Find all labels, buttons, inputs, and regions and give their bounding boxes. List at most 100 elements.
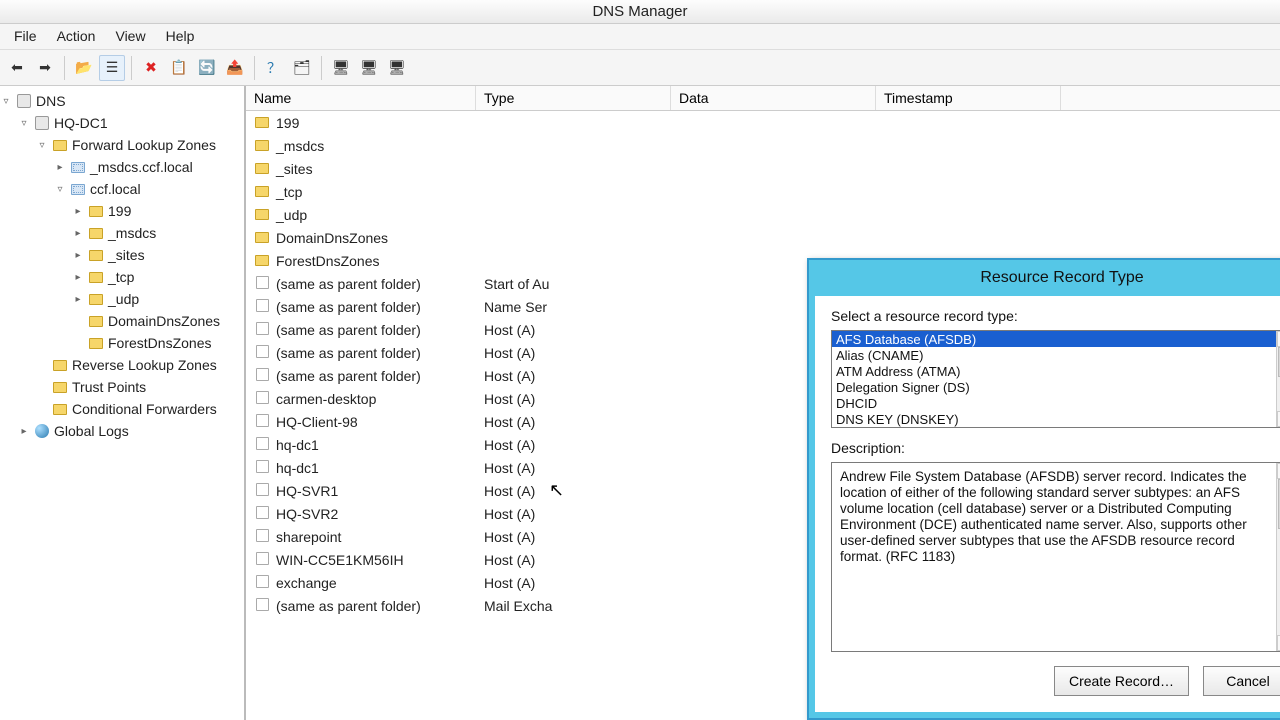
record-icon (254, 529, 270, 542)
col-data[interactable]: Data (671, 86, 876, 110)
row-type: Host (A) (476, 414, 671, 430)
menu-action[interactable]: Action (47, 24, 106, 49)
tree-label: Reverse Lookup Zones (72, 357, 217, 373)
list-row[interactable]: DomainDnsZones (246, 226, 1280, 249)
record-icon (254, 552, 270, 565)
forward-icon[interactable]: ➡ (32, 55, 58, 81)
description-scrollbar[interactable]: ▲ ▼ (1276, 463, 1280, 651)
row-name: _msdcs (276, 138, 324, 154)
record-type-item[interactable]: DNS KEY (DNSKEY) (832, 411, 1276, 427)
tree-label: ccf.local (90, 181, 141, 197)
list-row[interactable]: _sites (246, 157, 1280, 180)
record-type-item[interactable]: DHCID (832, 395, 1276, 411)
expand-closed-icon[interactable]: ▸ (18, 426, 30, 437)
folder-icon (254, 117, 270, 128)
row-name: DomainDnsZones (276, 230, 388, 246)
server-icon-3[interactable]: 🖥 (384, 55, 410, 81)
up-folder-icon[interactable]: 📂 (71, 55, 97, 81)
tree-node[interactable]: ▿ ccf.local (0, 178, 244, 200)
delete-icon[interactable]: ✖ (138, 55, 164, 81)
list-row[interactable]: _tcp (246, 180, 1280, 203)
row-name: (same as parent folder) (276, 322, 421, 338)
tree-node[interactable]: ▿DNS (0, 90, 244, 112)
expand-closed-icon[interactable]: ▸ (72, 294, 84, 305)
col-name[interactable]: Name (246, 86, 476, 110)
expand-closed-icon[interactable]: ▸ (54, 162, 66, 173)
server-icon (34, 115, 50, 131)
listbox-scrollbar[interactable]: ▲ ▼ (1276, 331, 1280, 427)
tree-node[interactable]: ▸_udp (0, 288, 244, 310)
tree-pane[interactable]: ▿DNS▿HQ-DC1▿Forward Lookup Zones▸_msdcs.… (0, 86, 246, 720)
tree-node[interactable]: ▸Global Logs (0, 420, 244, 442)
properties-icon[interactable]: 🗂 (289, 55, 315, 81)
tree-node[interactable]: ▸_tcp (0, 266, 244, 288)
row-type: Host (A) (476, 345, 671, 361)
row-name: ForestDnsZones (276, 253, 379, 269)
list-row[interactable]: 199 (246, 111, 1280, 134)
help-icon[interactable]: ？ (261, 55, 287, 81)
tree-node[interactable]: ▸_msdcs.ccf.local (0, 156, 244, 178)
menu-view[interactable]: View (105, 24, 155, 49)
create-record-button[interactable]: Create Record… (1054, 666, 1189, 696)
row-name: exchange (276, 575, 337, 591)
list-view-icon[interactable]: ☰ (99, 55, 125, 81)
expand-closed-icon[interactable]: ▸ (72, 250, 84, 261)
tree-node[interactable]: Conditional Forwarders (0, 398, 244, 420)
record-icon (254, 575, 270, 588)
copy-icon[interactable]: 📋 (166, 55, 192, 81)
expand-open-icon[interactable]: ▿ (18, 118, 30, 129)
record-icon (254, 414, 270, 427)
tree-node[interactable]: ▸199 (0, 200, 244, 222)
record-type-item[interactable]: Alias (CNAME) (832, 347, 1276, 363)
menu-help[interactable]: Help (156, 24, 205, 49)
record-type-item[interactable]: ATM Address (ATMA) (832, 363, 1276, 379)
row-name: HQ-Client-98 (276, 414, 358, 430)
col-timestamp[interactable]: Timestamp (876, 86, 1061, 110)
tree-label: Conditional Forwarders (72, 401, 217, 417)
tree-node[interactable]: ▸_msdcs (0, 222, 244, 244)
record-type-item[interactable]: Delegation Signer (DS) (832, 379, 1276, 395)
folder-icon (88, 291, 104, 307)
folder-icon (88, 269, 104, 285)
list-row[interactable]: _msdcs (246, 134, 1280, 157)
tree-node[interactable]: ▸_sites (0, 244, 244, 266)
record-icon (254, 368, 270, 381)
expand-closed-icon[interactable]: ▸ (72, 272, 84, 283)
expand-open-icon[interactable]: ▿ (54, 184, 66, 195)
list-row[interactable]: _udp (246, 203, 1280, 226)
tree-node[interactable]: Reverse Lookup Zones (0, 354, 244, 376)
folder-icon (88, 225, 104, 241)
dialog-title-bar[interactable]: Resource Record Type ✕ (809, 260, 1280, 296)
row-name: HQ-SVR2 (276, 506, 338, 522)
row-name: hq-dc1 (276, 460, 319, 476)
tree-node[interactable]: Trust Points (0, 376, 244, 398)
server-icon-2[interactable]: 🖥 (356, 55, 382, 81)
record-type-item[interactable]: AFS Database (AFSDB) (832, 331, 1276, 347)
folder-blue-icon (70, 181, 86, 197)
globe-icon (34, 423, 50, 439)
window-title: DNS Manager (0, 0, 1280, 24)
tree-node[interactable]: DomainDnsZones (0, 310, 244, 332)
expand-closed-icon[interactable]: ▸ (72, 206, 84, 217)
tree-node[interactable]: ForestDnsZones (0, 332, 244, 354)
refresh-icon[interactable]: 🔄 (194, 55, 220, 81)
row-name: (same as parent folder) (276, 345, 421, 361)
server-icon-1[interactable]: 🖥 (328, 55, 354, 81)
menu-file[interactable]: File (4, 24, 47, 49)
folder-icon (254, 163, 270, 174)
row-type: Host (A) (476, 368, 671, 384)
tree-node[interactable]: ▿Forward Lookup Zones (0, 134, 244, 156)
expand-open-icon[interactable]: ▿ (0, 96, 12, 107)
row-name: 199 (276, 115, 299, 131)
record-type-listbox[interactable]: AFS Database (AFSDB)Alias (CNAME)ATM Add… (831, 330, 1280, 428)
export-icon[interactable]: 📤 (222, 55, 248, 81)
col-type[interactable]: Type (476, 86, 671, 110)
row-type: Host (A) (476, 322, 671, 338)
tree-node[interactable]: ▿HQ-DC1 (0, 112, 244, 134)
expand-closed-icon[interactable]: ▸ (72, 228, 84, 239)
expand-open-icon[interactable]: ▿ (36, 140, 48, 151)
list-pane[interactable]: Name Type Data Timestamp 199 _msdcs _sites… (246, 86, 1280, 720)
cancel-button[interactable]: Cancel (1203, 666, 1280, 696)
row-name: (same as parent folder) (276, 276, 421, 292)
back-icon[interactable]: ⬅ (4, 55, 30, 81)
